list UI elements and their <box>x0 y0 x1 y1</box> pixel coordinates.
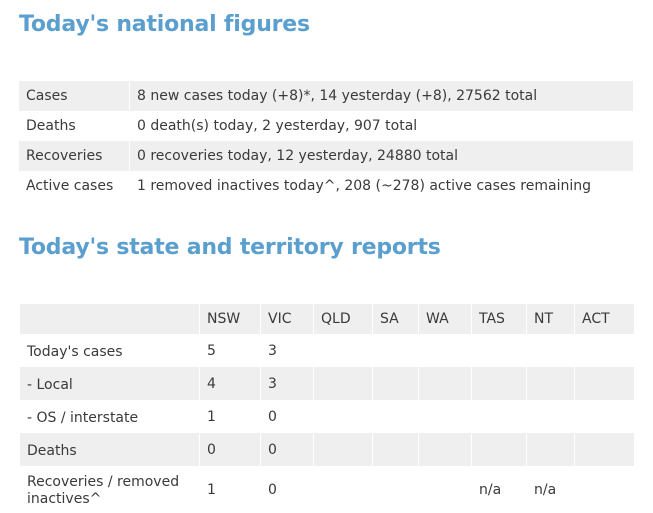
national-row-label: Deaths <box>26 118 76 134</box>
state-cell <box>471 400 527 433</box>
state-cell <box>313 433 373 466</box>
state-cell <box>418 466 472 513</box>
state-header-cell: WA <box>418 304 472 334</box>
national-row: Recoveries 0 recoveries today, 12 yesterd… <box>19 141 633 171</box>
national-row: Deaths 0 death(s) today, 2 yesterday, 907… <box>19 111 633 141</box>
state-row-label: - Local <box>19 367 200 400</box>
national-row: Cases 8 new cases today (+8)*, 14 yesterd… <box>19 81 633 111</box>
state-cell <box>372 433 419 466</box>
state-cell <box>372 400 419 433</box>
state-row: Deaths 0 0 <box>19 433 634 466</box>
state-cell <box>526 334 575 367</box>
state-cell <box>574 400 634 433</box>
state-header-cell: NT <box>526 304 575 334</box>
state-cell <box>526 433 575 466</box>
state-cell <box>313 367 373 400</box>
national-figures-table: Cases 8 new cases today (+8)*, 14 yesterd… <box>19 81 633 201</box>
national-row-value: 0 recoveries today, 12 yesterday, 24880 … <box>129 141 633 171</box>
state-cell <box>526 367 575 400</box>
state-header-cell: NSW <box>199 304 261 334</box>
state-cell: 0 <box>260 400 314 433</box>
state-cell <box>418 334 472 367</box>
state-header-cell: SA <box>372 304 419 334</box>
state-cell <box>574 466 634 513</box>
state-cell: 3 <box>260 367 314 400</box>
state-row-label: Recoveries / removed inactives^ <box>19 466 200 513</box>
state-cell: 4 <box>199 367 261 400</box>
state-cell <box>471 433 527 466</box>
national-row-label: Active cases <box>26 178 114 194</box>
state-cell: 5 <box>199 334 261 367</box>
state-cell <box>313 334 373 367</box>
state-cell <box>313 466 373 513</box>
state-cell: n/a <box>526 466 575 513</box>
state-cell <box>471 367 527 400</box>
state-header-cell: QLD <box>313 304 373 334</box>
state-header-blank <box>19 304 200 334</box>
state-cell <box>471 334 527 367</box>
state-cell <box>313 400 373 433</box>
state-header-cell: VIC <box>260 304 314 334</box>
state-header-cell: ACT <box>574 304 634 334</box>
state-cell <box>372 334 419 367</box>
state-row: - Local 4 3 <box>19 367 634 400</box>
state-row-label: Today's cases <box>19 334 200 367</box>
state-header-row: NSW VIC QLD SA WA TAS NT ACT <box>19 304 634 334</box>
state-row-label: - OS / interstate <box>19 400 200 433</box>
state-cell: 3 <box>260 334 314 367</box>
state-cell <box>372 367 419 400</box>
national-row-label: Cases <box>19 81 130 111</box>
state-cell <box>574 367 634 400</box>
state-cell <box>418 433 472 466</box>
national-row-value: 0 death(s) today, 2 yesterday, 907 total <box>129 111 633 141</box>
state-row: Today's cases 5 3 <box>19 334 634 367</box>
state-cell <box>574 433 634 466</box>
state-cell <box>418 367 472 400</box>
state-cell: 0 <box>260 466 314 513</box>
state-row-label: Deaths <box>19 433 200 466</box>
state-cell: 1 <box>199 466 261 513</box>
state-cell <box>418 400 472 433</box>
state-cell: 0 <box>260 433 314 466</box>
state-cell <box>526 400 575 433</box>
national-row-value: 8 new cases today (+8)*, 14 yesterday (+… <box>129 81 633 111</box>
state-cell: 0 <box>199 433 261 466</box>
state-cell <box>372 466 419 513</box>
state-cell: 1 <box>199 400 261 433</box>
state-reports-table: NSW VIC QLD SA WA TAS NT ACT Today's cases 5 3- L… <box>19 304 634 513</box>
state-row: Recoveries / removed inactives^ 1 0 n/a n/a <box>19 466 634 513</box>
state-cell <box>574 334 634 367</box>
state-row: - OS / interstate 1 0 <box>19 400 634 433</box>
national-row: Active cases 1 removed inactives today^, … <box>19 171 633 201</box>
state-header-cell: TAS <box>471 304 527 334</box>
national-row-label: Recoveries <box>19 141 130 171</box>
national-figures-heading: Today's national figures <box>19 12 310 37</box>
national-row-value: 1 removed inactives today^, 208 (~278) a… <box>129 171 633 201</box>
state-cell: n/a <box>471 466 527 513</box>
state-reports-heading: Today's state and territory reports <box>19 235 441 260</box>
